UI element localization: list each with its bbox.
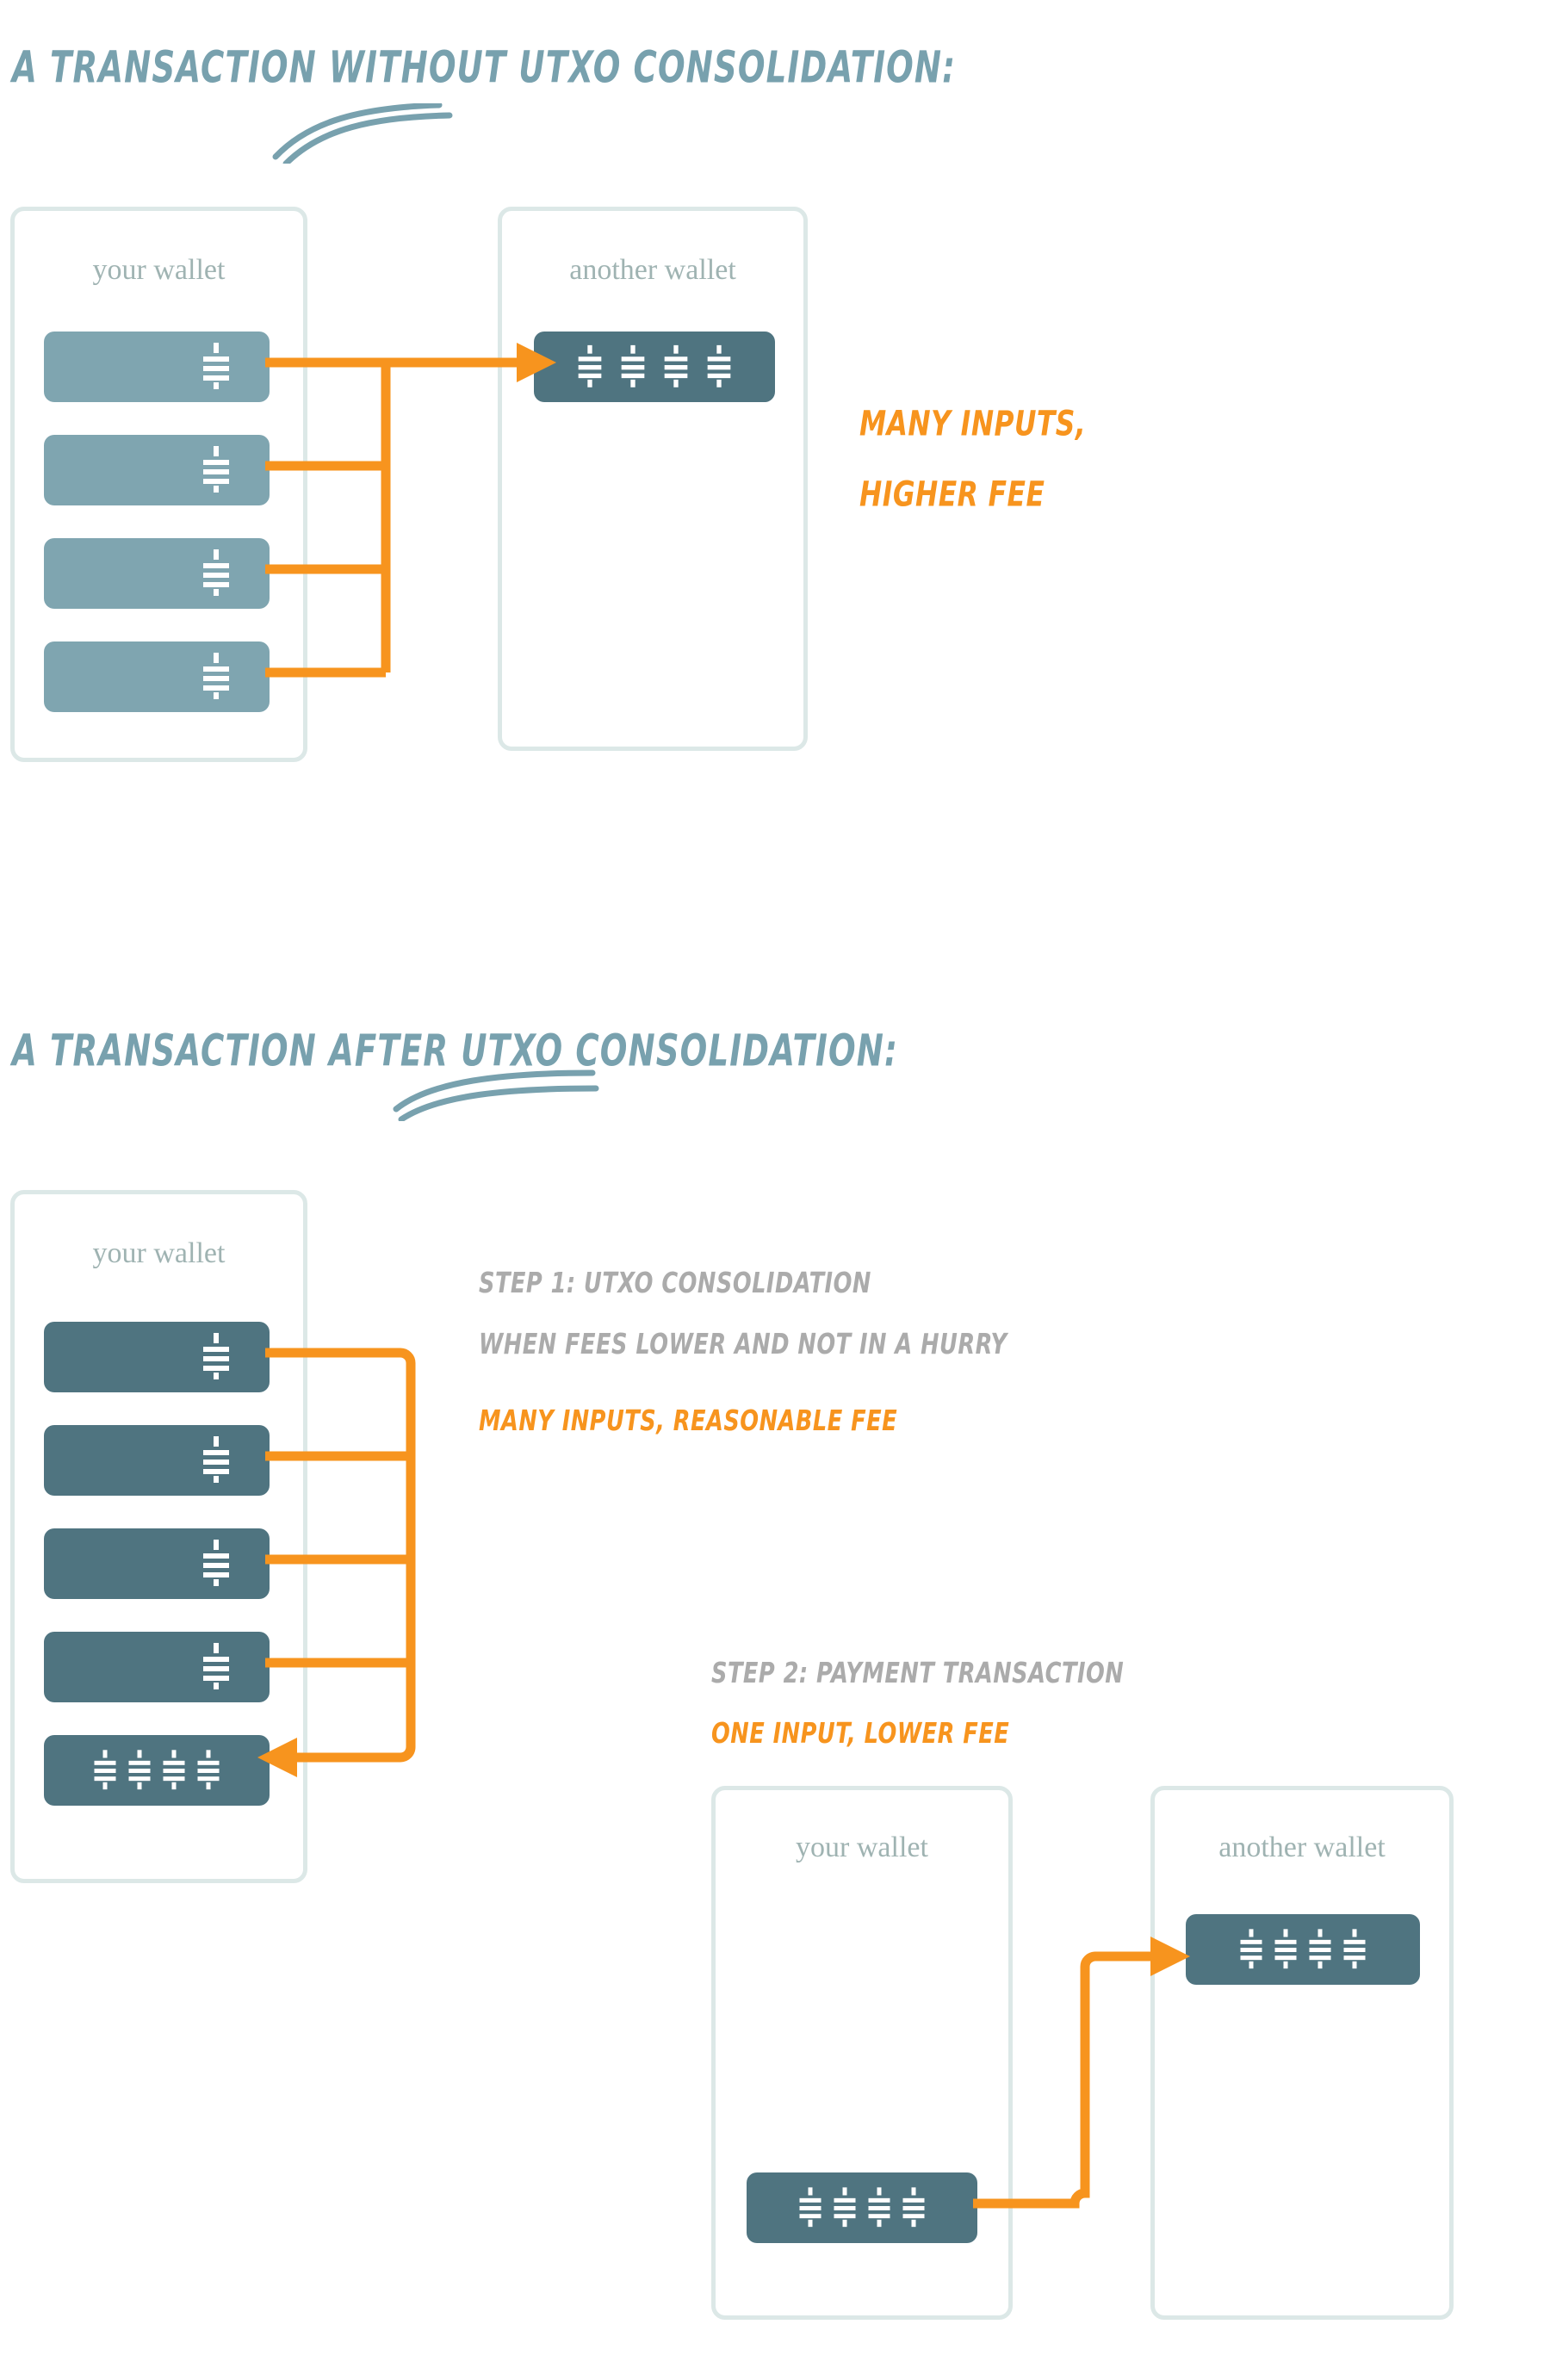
utxo-chip[interactable] — [44, 641, 270, 712]
utxo-chip-consolidated[interactable] — [1186, 1914, 1420, 1985]
step2-callout: ONE INPUT, LOWER FEE — [711, 1717, 1010, 1751]
coin-stack-icon — [201, 548, 232, 600]
wallet-another-wallet-2: another wallet — [1150, 1786, 1454, 2320]
coin-stack-icon — [161, 1747, 187, 1794]
coin-stack-icon — [201, 1331, 232, 1384]
step1-subtitle: WHEN FEES LOWER AND NOT IN A HURRY — [479, 1328, 1008, 1361]
heading-1-underline-swoosh — [272, 103, 453, 164]
coin-stack-icon — [866, 2185, 892, 2232]
utxo-chip[interactable] — [44, 538, 270, 609]
note-many-inputs: MANY INPUTS, — [859, 402, 1087, 444]
coin-stack-icon — [1238, 1926, 1264, 1974]
wallet-your-wallet-1: your wallet — [10, 207, 307, 762]
wallet-label: another wallet — [569, 254, 736, 286]
coin-stack-icon — [619, 343, 647, 392]
coin-stack-icon — [201, 651, 232, 703]
coin-stack-icon — [832, 2185, 858, 2232]
coin-stack-icon — [705, 343, 733, 392]
coin-stack-icon — [1307, 1926, 1333, 1974]
note-higher-fee: HIGHER FEE — [859, 473, 1045, 515]
step1-callout: MANY INPUTS, REASONABLE FEE — [479, 1404, 898, 1438]
wallet-your-wallet-2: your wallet — [10, 1190, 307, 1883]
coin-stack-icon — [201, 1435, 232, 1487]
wallet-label: your wallet — [796, 1831, 928, 1863]
utxo-chip[interactable] — [44, 1632, 270, 1702]
heading-2-underline-swoosh — [393, 1069, 599, 1121]
coin-stack-icon — [92, 1747, 118, 1794]
coin-stack-icon — [576, 343, 604, 392]
diagram-canvas: A TRANSACTION WITHOUT UTXO CONSOLIDATION… — [0, 0, 1550, 2380]
coin-stack-icon — [201, 444, 232, 497]
coin-stack-icon — [127, 1747, 152, 1794]
step1-title: STEP 1: UTXO CONSOLIDATION — [479, 1267, 871, 1300]
utxo-chip[interactable] — [44, 332, 270, 402]
utxo-chip[interactable] — [44, 1528, 270, 1599]
coin-stack-icon — [195, 1747, 221, 1794]
utxo-chip[interactable] — [44, 1425, 270, 1496]
coin-stack-icon — [1342, 1926, 1367, 1974]
step2-title: STEP 2: PAYMENT TRANSACTION — [711, 1657, 1125, 1690]
wallet-your-wallet-3: your wallet — [711, 1786, 1013, 2320]
utxo-chip-consolidated[interactable] — [44, 1735, 270, 1806]
coin-stack-icon — [797, 2185, 823, 2232]
coin-stack-icon — [1273, 1926, 1299, 1974]
utxo-chip[interactable] — [44, 1322, 270, 1392]
utxo-chip-consolidated[interactable] — [534, 332, 775, 402]
section-1-heading: A TRANSACTION WITHOUT UTXO CONSOLIDATION… — [12, 42, 957, 94]
utxo-chip-consolidated[interactable] — [747, 2172, 977, 2243]
wallet-label: your wallet — [92, 1237, 226, 1269]
coin-stack-icon — [662, 343, 690, 392]
coin-stack-icon — [901, 2185, 927, 2232]
coin-stack-icon — [201, 1641, 232, 1694]
coin-stack-icon — [201, 1538, 232, 1590]
utxo-chip[interactable] — [44, 435, 270, 505]
wallet-label: another wallet — [1218, 1831, 1386, 1863]
coin-stack-icon — [201, 341, 232, 394]
wallet-label: your wallet — [92, 254, 226, 286]
wallet-another-wallet-1: another wallet — [498, 207, 808, 751]
